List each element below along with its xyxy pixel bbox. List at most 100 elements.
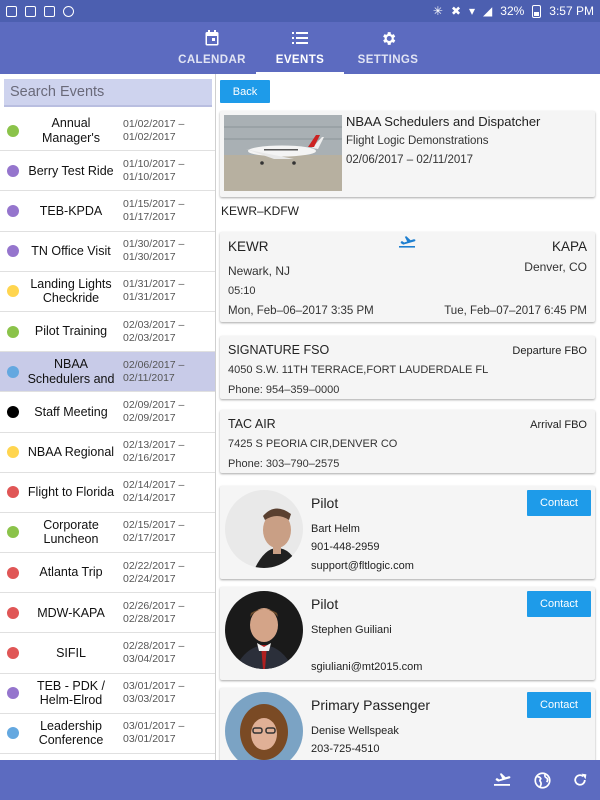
crew-name: Bart Helm <box>311 523 360 535</box>
wifi-icon: ▾ <box>469 4 476 18</box>
back-button[interactable]: Back <box>220 80 270 103</box>
clock: 3:57 PM <box>549 4 594 18</box>
event-name: Landing Lights Checkride <box>30 276 112 306</box>
tab-settings-label: SETTINGS <box>357 54 419 66</box>
event-dates: 02/28/2017 – 03/04/2017 <box>123 640 185 666</box>
flight-icon[interactable] <box>492 770 512 790</box>
event-color-dot <box>7 204 19 217</box>
contact-button[interactable]: Contact <box>527 591 591 617</box>
tab-settings[interactable]: SETTINGS <box>344 22 432 74</box>
arrival-airport-code: KAPA <box>551 239 587 254</box>
departure-fbo-card[interactable]: SIGNATURE FSO Departure FBO 4050 S.W. 11… <box>220 336 595 399</box>
crew-email: sgiuliani@mt2015.com <box>311 661 423 673</box>
flight-duration: 05:10 <box>228 285 256 297</box>
event-list-item[interactable]: NBAA Schedulers and 02/06/2017 – 02/11/20… <box>0 352 215 393</box>
departure-fbo-phone: Phone: 954–359–0000 <box>228 384 340 396</box>
event-name: Pilot Training <box>34 324 108 339</box>
arrival-fbo-type: Arrival FBO <box>530 419 587 431</box>
battery-percent: 32% <box>500 4 525 18</box>
refresh-icon[interactable] <box>570 770 590 790</box>
event-list-item[interactable]: Flight to Florida 02/14/2017 – 02/14/2017 <box>0 473 215 513</box>
image-notification-icon <box>25 5 36 17</box>
event-dates: 02/26/2017 – 02/28/2017 <box>123 599 185 625</box>
app-notification-icon <box>44 5 55 17</box>
event-list-item[interactable]: Pilot Training 02/03/2017 – 02/03/2017 <box>0 312 215 353</box>
avatar <box>225 591 303 669</box>
globe-icon[interactable] <box>532 770 552 790</box>
arrival-fbo-address: 7425 S PEORIA CIR,DENVER CO <box>228 438 398 450</box>
flight-leg-card[interactable]: KEWR Newark, NJ 05:10 Mon, Feb–06–2017 3… <box>220 232 595 322</box>
event-list-item[interactable]: NBAA Regional 02/13/2017 – 02/16/2017 <box>0 433 215 473</box>
crew-email: support@fltlogic.com <box>311 560 414 572</box>
tab-calendar[interactable]: CALENDAR <box>168 22 256 74</box>
event-list-item[interactable]: Berry Test Ride 01/10/2017 – 01/10/2017 <box>0 151 215 192</box>
arrival-fbo-card[interactable]: TAC AIR Arrival FBO 7425 S PEORIA CIR,DE… <box>220 410 595 473</box>
event-name: TN Office Visit <box>31 243 111 258</box>
crew-card[interactable]: Primary Passenger Denise Wellspeak 203-7… <box>220 688 595 760</box>
event-color-dot <box>7 245 19 258</box>
event-color-dot <box>7 566 19 579</box>
departure-fbo-address: 4050 S.W. 11TH TERRACE,FORT LAUDERDALE F… <box>228 364 489 376</box>
contact-button[interactable]: Contact <box>527 692 591 718</box>
event-list-item[interactable]: TEB-KPDA 01/15/2017 – 01/17/2017 <box>0 191 215 232</box>
event-dates: 02/14/2017 – 02/14/2017 <box>123 479 185 505</box>
crew-phone: 901-448-2959 <box>311 541 380 553</box>
tab-events[interactable]: EVENTS <box>256 22 344 74</box>
search-container <box>0 74 215 111</box>
departure-fbo-name: SIGNATURE FSO <box>228 343 330 357</box>
gear-icon <box>380 28 397 48</box>
event-dates: 01/10/2017 – 01/10/2017 <box>123 157 185 183</box>
event-name: Corporate Luncheon <box>43 517 99 547</box>
event-name: Staff Meeting <box>34 404 108 419</box>
search-input[interactable] <box>4 79 212 107</box>
crew-role: Pilot <box>311 495 339 511</box>
event-detail: Back NBAA Schedulers and Dispatcher Flig… <box>217 74 600 760</box>
arrival-fbo-name: TAC AIR <box>228 417 276 431</box>
event-list-item[interactable]: Staff Meeting 02/09/2017 – 02/09/2017 <box>0 392 215 433</box>
event-list-item[interactable]: TEB - PDK / Helm-Elrod 03/01/2017 – 03/03… <box>0 674 215 714</box>
event-list-item[interactable]: Corporate Luncheon 02/15/2017 – 02/17/201… <box>0 513 215 554</box>
event-list-item[interactable]: MDW-KAPA 02/26/2017 – 02/28/2017 <box>0 593 215 634</box>
crew-phone: 203-725-4510 <box>311 743 380 755</box>
tab-events-label: EVENTS <box>275 54 325 66</box>
route-label: KEWR–KDFW <box>221 204 299 218</box>
event-name: NBAA Schedulers and <box>27 357 115 386</box>
bluetooth-icon: ✳ <box>432 4 443 18</box>
event-summary-card[interactable]: NBAA Schedulers and Dispatcher Flight Lo… <box>220 111 595 197</box>
event-list-item[interactable]: Atlanta Trip 02/22/2017 – 02/24/2017 <box>0 553 215 594</box>
event-list-item[interactable]: TN Office Visit 01/30/2017 – 01/30/2017 <box>0 232 215 272</box>
event-list-item[interactable]: Landing Lights Checkride 01/31/2017 – 01/… <box>0 272 215 312</box>
event-list-item[interactable]: SIFIL 02/28/2017 – 03/04/2017 <box>0 633 215 674</box>
event-dates: 01/30/2017 – 01/30/2017 <box>123 238 185 264</box>
avatar <box>225 490 303 568</box>
crew-card[interactable]: Pilot Stephen Guiliani sgiuliani@mt2015.… <box>220 587 595 680</box>
event-name: Berry Test Ride <box>28 163 114 178</box>
aircraft-image <box>224 115 342 191</box>
event-name: TEB-KPDA <box>39 203 103 218</box>
crew-card[interactable]: Pilot Bart Helm 901-448-2959 support@flt… <box>220 486 595 579</box>
event-subtitle: Flight Logic Demonstrations <box>346 135 489 147</box>
bottom-toolbar <box>0 760 600 800</box>
arrival-fbo-phone: Phone: 303–790–2575 <box>228 458 340 470</box>
crew-role: Primary Passenger <box>311 697 431 713</box>
event-dates: 02/13/2017 – 02/16/2017 <box>123 439 185 465</box>
event-dates: 01/15/2017 – 01/17/2017 <box>123 197 185 223</box>
event-color-dot <box>7 606 19 619</box>
event-color-dot <box>7 365 19 378</box>
event-color-dot <box>7 446 19 459</box>
events-list: Annual Manager's 01/02/2017 – 01/02/2017 B… <box>0 111 215 760</box>
departure-city: Newark, NJ <box>228 264 291 278</box>
departure-time: Mon, Feb–06–2017 3:35 PM <box>228 305 374 317</box>
list-icon <box>292 28 308 48</box>
event-name: Annual Manager's <box>42 116 100 145</box>
signal-icon: ◢ <box>483 4 493 18</box>
event-color-dot <box>7 285 19 298</box>
battery-icon <box>532 4 542 18</box>
event-list-item[interactable]: Leadership Conference 03/01/2017 – 03/01/… <box>0 714 215 754</box>
event-name: Leadership Conference <box>38 718 104 748</box>
event-name: Flight to Florida <box>27 485 115 500</box>
contact-button[interactable]: Contact <box>527 490 591 516</box>
gallery-notification-icon <box>6 5 17 17</box>
event-color-dot <box>7 526 19 539</box>
event-list-item[interactable]: Annual Manager's 01/02/2017 – 01/02/2017 <box>0 111 215 152</box>
